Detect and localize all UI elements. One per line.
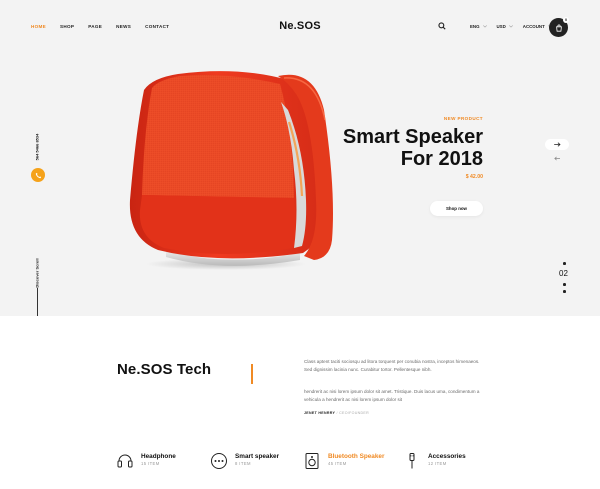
category-text: Smart speaker 8 ITEM: [235, 452, 279, 466]
headphone-icon: [117, 454, 133, 468]
phone-icon: [35, 172, 41, 178]
cart-count-badge: 0: [563, 17, 569, 23]
category-text: Headphone 15 ITEM: [141, 452, 176, 466]
author-signature: JENET HENRRY / CEO/FOUNDER: [304, 411, 369, 415]
language-value: ENG: [470, 23, 480, 29]
chevron-down-icon: [482, 24, 487, 28]
category-smart-speaker[interactable]: Smart speaker 8 ITEM: [210, 452, 279, 470]
author-name: JENET HENRRY: [304, 411, 336, 415]
category-bluetooth-speaker[interactable]: Bluetooth Speaker 45 ITEM: [303, 452, 384, 470]
slider-prev-button[interactable]: [554, 155, 560, 161]
bluetooth-speaker-icon: [305, 453, 319, 469]
phone-number[interactable]: 564 5466 8534: [35, 134, 40, 161]
category-count: 12 ITEM: [428, 461, 447, 466]
category-count: 8 ITEM: [235, 461, 251, 466]
accent-divider: [251, 364, 253, 384]
slide-number: 02: [559, 269, 568, 278]
category-name: Headphone: [141, 453, 176, 460]
scroll-line: [37, 288, 38, 316]
hero-title-line-2: For 2018: [400, 148, 483, 170]
category-name: Accessories: [428, 453, 466, 460]
currency-select[interactable]: USD: [497, 24, 513, 29]
chevron-down-icon: [508, 24, 513, 28]
slider-dot[interactable]: [563, 283, 566, 286]
slider-dot[interactable]: [563, 290, 566, 293]
author-role: CEO/FOUNDER: [339, 411, 369, 415]
account-label: ACCOUNT: [522, 23, 545, 29]
shopping-bag-icon: [555, 24, 562, 32]
currency-value: USD: [496, 23, 506, 29]
header-tools: ENG USD ACCOUNT: [438, 22, 552, 30]
hero-title: Smart Speaker For 2018: [343, 126, 483, 170]
account-menu[interactable]: ACCOUNT: [523, 24, 552, 29]
slider-dot[interactable]: [563, 262, 566, 265]
slider-next-button[interactable]: [545, 139, 569, 150]
about-paragraph-1: Class aptent taciti sociosqu ad litora t…: [304, 359, 480, 372]
category-headphone[interactable]: Headphone 15 ITEM: [116, 452, 176, 470]
arrow-right-icon: [553, 142, 561, 147]
category-name: Bluetooth Speaker: [328, 453, 385, 460]
shop-now-button[interactable]: Shop now: [430, 201, 483, 216]
about-paragraph-2: hendrerit ac nisi lorem ipsum dolor sit …: [304, 389, 480, 402]
smart-speaker-image: [129, 71, 333, 270]
category-text: Bluetooth Speaker 45 ITEM: [328, 452, 384, 466]
category-name: Smart speaker: [235, 453, 280, 460]
category-accessories[interactable]: Accessories 12 ITEM: [403, 452, 466, 470]
category-count: 15 ITEM: [141, 461, 160, 466]
language-select[interactable]: ENG: [470, 24, 487, 29]
category-count: 45 ITEM: [328, 461, 347, 466]
search-icon[interactable]: [438, 22, 446, 30]
hero-title-line-1: Smart Speaker: [342, 126, 483, 148]
smart-speaker-icon: [211, 453, 227, 469]
discover-scroll[interactable]: Discover Scroll: [35, 258, 40, 287]
hero-price: $ 42.00: [465, 174, 483, 180]
accessories-icon: [409, 453, 415, 469]
cart-button[interactable]: 0: [549, 17, 569, 37]
arrow-left-icon: [554, 156, 560, 160]
hero-eyebrow: NEW PRODUCT: [443, 116, 483, 121]
category-text: Accessories 12 ITEM: [428, 452, 466, 466]
hero-section: HOME SHOP PAGE NEWS CONTACT Ne.SOS ENG U…: [0, 0, 600, 316]
about-brand-title: Ne.SOS Tech: [117, 361, 212, 378]
phone-button[interactable]: [31, 168, 45, 182]
